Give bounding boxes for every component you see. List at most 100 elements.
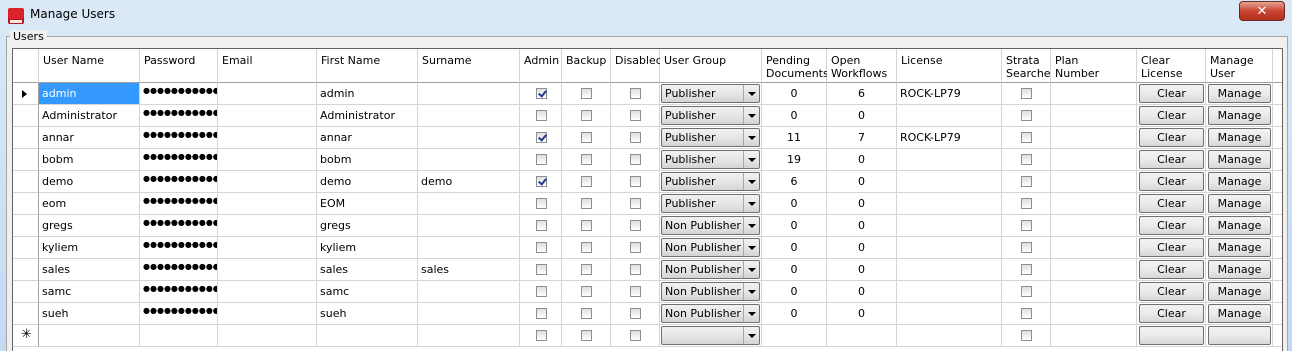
cell-email[interactable] — [218, 149, 317, 171]
backup-checkbox[interactable] — [581, 220, 592, 231]
table-row[interactable]: eom ●●●●●●●●●●● EOM Publisher 0 0 Clear Manage — [13, 193, 1282, 215]
chevron-down-icon[interactable] — [743, 327, 759, 344]
strata-checkbox[interactable] — [1021, 88, 1032, 99]
clear-license-button[interactable]: Clear — [1139, 194, 1204, 213]
admin-checkbox[interactable] — [536, 308, 547, 319]
admin-checkbox[interactable] — [536, 264, 547, 275]
cell-user[interactable]: annar — [39, 127, 140, 149]
table-row[interactable]: kyliem ●●●●●●●●●●● kyliem Non Publisher 0 0 Cl… — [13, 237, 1282, 259]
cell-user[interactable]: sueh — [39, 303, 140, 325]
manage-user-button[interactable]: Manage — [1208, 282, 1271, 301]
cell-plan[interactable] — [1051, 127, 1137, 149]
cell-user[interactable]: gregs — [39, 215, 140, 237]
manage-user-button[interactable]: Manage — [1208, 260, 1271, 279]
cell-first[interactable]: annar — [317, 127, 418, 149]
user-group-select[interactable]: Publisher — [661, 194, 760, 213]
cell-first[interactable]: Administrator — [317, 105, 418, 127]
disabled-checkbox[interactable] — [630, 132, 641, 143]
cell-license[interactable] — [897, 193, 1002, 215]
cell-plan[interactable] — [1051, 259, 1137, 281]
chevron-down-icon[interactable] — [743, 305, 759, 322]
chevron-down-icon[interactable] — [743, 129, 759, 146]
backup-checkbox[interactable] — [581, 110, 592, 121]
new-row[interactable]: ✳ — [13, 325, 1282, 347]
cell-license[interactable] — [897, 281, 1002, 303]
admin-checkbox[interactable] — [536, 286, 547, 297]
column-header-first[interactable]: First Name — [317, 49, 418, 83]
row-header[interactable] — [13, 281, 39, 303]
cell-surname[interactable] — [418, 325, 520, 347]
admin-checkbox[interactable] — [536, 198, 547, 209]
cell-license[interactable] — [897, 303, 1002, 325]
cell-email[interactable] — [218, 281, 317, 303]
chevron-down-icon[interactable] — [743, 283, 759, 300]
strata-checkbox[interactable] — [1021, 176, 1032, 187]
column-header-group[interactable]: User Group — [660, 49, 762, 83]
column-header-license[interactable]: License — [897, 49, 1002, 83]
manage-user-button[interactable]: Manage — [1208, 172, 1271, 191]
row-header[interactable] — [13, 83, 39, 105]
cell-first[interactable]: admin — [317, 83, 418, 105]
cell-first[interactable]: sales — [317, 259, 418, 281]
row-header[interactable] — [13, 215, 39, 237]
cell-user[interactable]: kyliem — [39, 237, 140, 259]
cell-license[interactable] — [897, 149, 1002, 171]
column-header-pending[interactable]: Pending Documents — [762, 49, 829, 83]
chevron-down-icon[interactable] — [743, 151, 759, 168]
cell-password[interactable]: ●●●●●●●●●●● — [140, 303, 218, 325]
cell-first[interactable]: samc — [317, 281, 418, 303]
cell-password[interactable]: ●●●●●●●●●●● — [140, 237, 218, 259]
row-header[interactable] — [13, 105, 39, 127]
cell-plan[interactable] — [1051, 303, 1137, 325]
user-group-select[interactable]: Non Publisher — [661, 238, 760, 257]
row-header[interactable] — [13, 237, 39, 259]
cell-license[interactable]: ROCK-LP79 — [897, 83, 1002, 105]
table-row[interactable]: admin ●●●●●●●●●●● admin Publisher 0 6 ROCK-LP7… — [13, 83, 1282, 105]
cell-user[interactable]: samc — [39, 281, 140, 303]
row-header[interactable] — [13, 127, 39, 149]
user-group-select[interactable]: Publisher — [661, 106, 760, 125]
chevron-down-icon[interactable] — [743, 173, 759, 190]
cell-plan[interactable] — [1051, 281, 1137, 303]
cell-email[interactable] — [218, 83, 317, 105]
cell-password[interactable]: ●●●●●●●●●●● — [140, 215, 218, 237]
cell-password[interactable]: ●●●●●●●●●●● — [140, 193, 218, 215]
strata-checkbox[interactable] — [1021, 154, 1032, 165]
user-group-select[interactable] — [661, 326, 760, 345]
user-group-select[interactable]: Publisher — [661, 150, 760, 169]
manage-user-button[interactable]: Manage — [1208, 194, 1271, 213]
column-header-strata[interactable]: Strata Searcher — [1002, 49, 1055, 83]
manage-user-button[interactable]: Manage — [1208, 84, 1271, 103]
cell-surname[interactable] — [418, 127, 520, 149]
cell-first[interactable]: kyliem — [317, 237, 418, 259]
cell-plan[interactable] — [1051, 215, 1137, 237]
cell-license[interactable]: ROCK-LP79 — [897, 127, 1002, 149]
admin-checkbox[interactable] — [536, 132, 547, 143]
user-group-select[interactable]: Publisher — [661, 84, 760, 103]
close-button[interactable]: ✕ — [1239, 1, 1285, 21]
manage-user-button[interactable]: Manage — [1208, 128, 1271, 147]
cell-plan[interactable] — [1051, 237, 1137, 259]
cell-surname[interactable]: demo — [418, 171, 520, 193]
cell-email[interactable] — [218, 193, 317, 215]
user-group-select[interactable]: Non Publisher — [661, 304, 760, 323]
cell-password[interactable] — [140, 325, 218, 347]
admin-checkbox[interactable] — [536, 242, 547, 253]
cell-surname[interactable] — [418, 303, 520, 325]
disabled-checkbox[interactable] — [630, 286, 641, 297]
column-header-admin[interactable]: Admin — [520, 49, 562, 83]
cell-license[interactable] — [897, 171, 1002, 193]
row-header[interactable] — [13, 171, 39, 193]
user-group-select[interactable]: Publisher — [661, 172, 760, 191]
manage-user-button[interactable]: Manage — [1208, 238, 1271, 257]
clear-license-button[interactable]: Clear — [1139, 106, 1204, 125]
cell-first[interactable]: demo — [317, 171, 418, 193]
cell-license[interactable] — [897, 325, 1002, 347]
manage-user-button[interactable]: Manage — [1208, 106, 1271, 125]
column-header-disabled[interactable]: Disabled — [611, 49, 663, 83]
cell-first[interactable] — [317, 325, 418, 347]
clear-license-button[interactable] — [1139, 326, 1204, 345]
cell-plan[interactable] — [1051, 171, 1137, 193]
cell-email[interactable] — [218, 325, 317, 347]
cell-password[interactable]: ●●●●●●●●●●● — [140, 171, 218, 193]
